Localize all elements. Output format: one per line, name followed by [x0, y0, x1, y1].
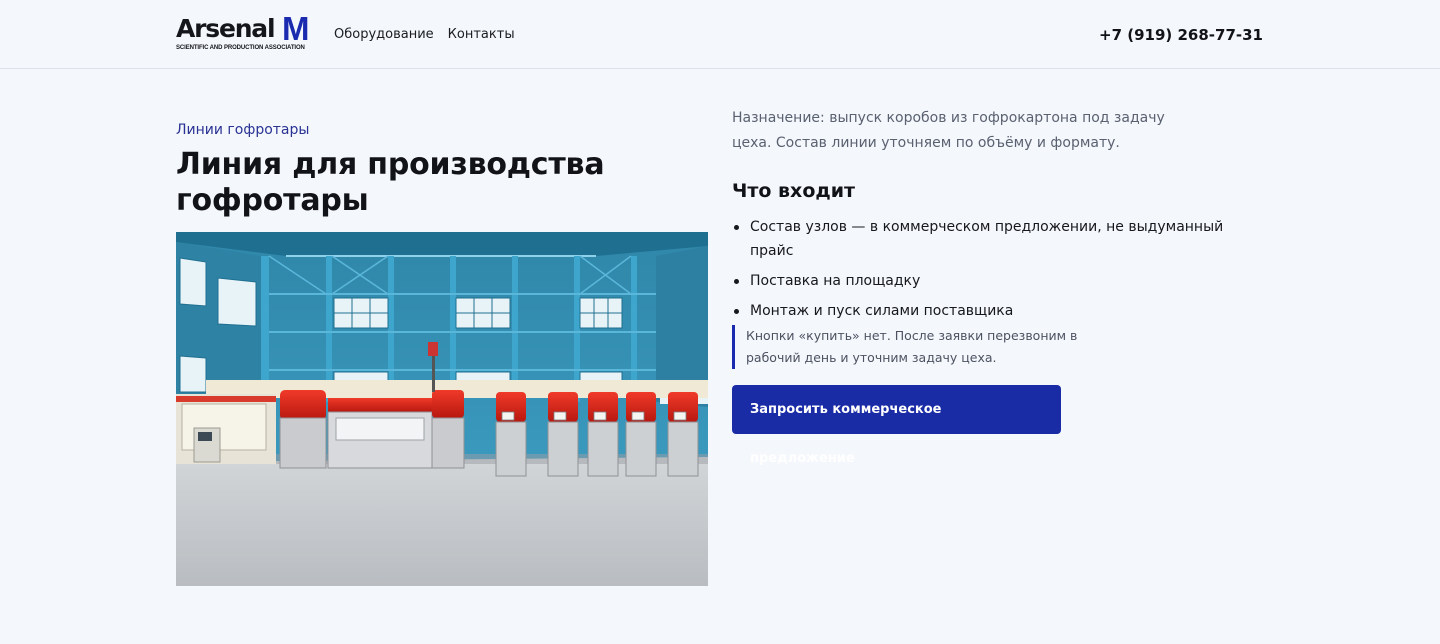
- site-header: Arsenal M SCIENTIFIC AND PRODUCTION ASSO…: [0, 0, 1440, 69]
- corrugated-line-photo: [176, 232, 708, 586]
- category-link[interactable]: Линии гофротары: [176, 121, 708, 139]
- page-title: Линия для производства гофротары: [176, 147, 605, 218]
- nav-item-contacts[interactable]: Контакты: [448, 26, 515, 44]
- includes-list: Состав узлов — в коммерческом предложени…: [732, 215, 1262, 323]
- logo-mark-icon: M: [282, 10, 310, 47]
- logo[interactable]: Arsenal M SCIENTIFIC AND PRODUCTION ASSO…: [176, 10, 318, 54]
- logo-wordmark: Arsenal: [176, 14, 276, 43]
- product-description: Назначение: выпуск коробов из гофрокарто…: [732, 110, 1165, 151]
- logo-subtitle: SCIENTIFIC AND PRODUCTION ASSOCIATION: [176, 45, 305, 51]
- request-offer-button[interactable]: Запросить коммерческое предложение: [732, 385, 1061, 466]
- main-nav: Оборудование Контакты: [334, 26, 515, 44]
- includes-heading: Что входит: [732, 180, 856, 202]
- product-heading: Линии гофротары Линия для производства г…: [176, 121, 708, 219]
- list-item: Состав узлов — в коммерческом предложени…: [732, 215, 1232, 263]
- product-info: Назначение: выпуск коробов из гофрокарто…: [732, 106, 1262, 466]
- list-item: Монтаж и пуск силами поставщика: [732, 299, 1232, 323]
- info-note: Кнопки «купить» нет. После заявки перезв…: [732, 325, 1132, 369]
- phone-link[interactable]: +7 (919) 268-77-31: [1099, 25, 1263, 45]
- product-image: [176, 232, 708, 586]
- nav-item-equipment[interactable]: Оборудование: [334, 26, 434, 44]
- list-item: Поставка на площадку: [732, 269, 1232, 293]
